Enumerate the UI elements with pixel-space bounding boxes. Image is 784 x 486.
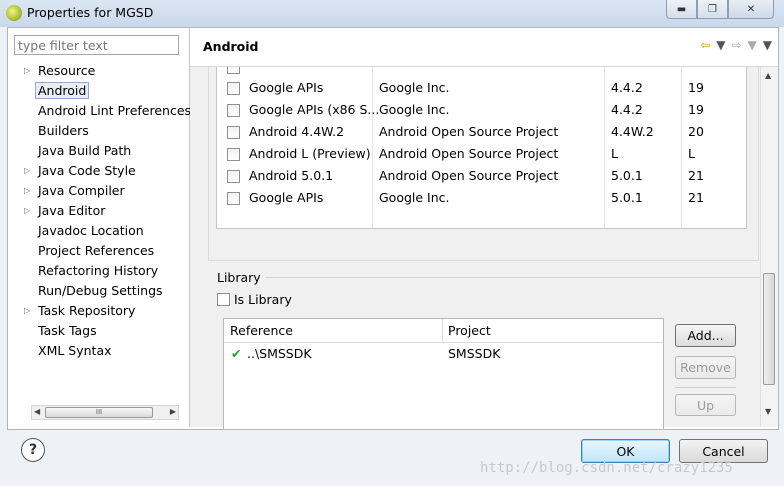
tree-item-javadoc-location[interactable]: Javadoc Location [8, 221, 189, 241]
scroll-up-icon[interactable]: ▲ [765, 71, 771, 80]
column-header-reference[interactable]: Reference [230, 319, 293, 342]
tree-item-android[interactable]: Android [8, 81, 189, 101]
back-arrow-icon[interactable]: ⇦ [700, 38, 710, 52]
title-bar: Properties for MGSD ▬ ❐ ✕ [0, 0, 784, 27]
column-divider [442, 319, 443, 342]
close-icon[interactable]: ✕ [728, 0, 774, 19]
scroll-right-icon[interactable]: ▶ [170, 407, 176, 416]
expand-arrow-icon[interactable]: ▷ [24, 181, 30, 201]
dialog-button-bar: ? OK Cancel http://blog.csdn.net/crazy12… [7, 429, 777, 479]
tree-item-builders[interactable]: Builders [8, 121, 189, 141]
category-pane: ▷ Resource Android Android Lint Preferen… [8, 28, 191, 427]
history-nav: ⇦ ▼ ⇨ ▼ ▼ [700, 38, 772, 52]
scroll-down-icon[interactable]: ▼ [765, 407, 771, 416]
category-tree: ▷ Resource Android Android Lint Preferen… [8, 61, 191, 361]
app-icon [6, 5, 22, 21]
view-menu-icon[interactable]: ▼ [763, 38, 772, 52]
tree-item-task-repository[interactable]: ▷ Task Repository [8, 301, 189, 321]
button-separator [675, 387, 736, 388]
is-library-label: Is Library [234, 292, 292, 307]
remove-library-button[interactable]: Remove [675, 356, 736, 379]
tree-item-project-references[interactable]: Project References [8, 241, 189, 261]
window-title: Properties for MGSD [27, 5, 154, 20]
watermark: http://blog.csdn.net/crazy1235 [480, 460, 733, 476]
forward-dropdown-icon[interactable]: ▼ [748, 38, 757, 52]
tree-item-refactoring-history[interactable]: Refactoring History [8, 261, 189, 281]
tree-item-java-compiler[interactable]: ▷ Java Compiler [8, 181, 189, 201]
page-pane: Android ⇦ ▼ ⇨ ▼ ▼ Google APIs Google Inc… [190, 28, 778, 430]
reference-table-header: Reference Project [224, 319, 663, 343]
page-vertical-scrollbar[interactable]: ▲ ▼ [760, 67, 778, 427]
tree-item-java-code-style[interactable]: ▷ Java Code Style [8, 161, 189, 181]
scrollbar-thumb[interactable] [763, 273, 775, 385]
help-icon[interactable]: ? [21, 438, 45, 462]
is-library-option[interactable]: Is Library [217, 292, 292, 307]
page-title: Android [203, 39, 259, 54]
tree-item-android-lint-preferences[interactable]: Android Lint Preferences [8, 101, 191, 121]
build-target-group [208, 67, 759, 261]
tree-item-run-debug-settings[interactable]: Run/Debug Settings [8, 281, 189, 301]
scrollbar-thumb[interactable]: III [45, 407, 153, 418]
restore-icon[interactable]: ❐ [697, 0, 728, 19]
library-reference-table: Reference Project ✔ ..\SMSSDK SMSSDK [223, 318, 664, 430]
tree-item-resource[interactable]: ▷ Resource [8, 61, 189, 81]
tree-item-xml-syntax[interactable]: XML Syntax [8, 341, 189, 361]
tree-horizontal-scrollbar[interactable]: ◀ III ▶ [31, 405, 179, 420]
column-header-project[interactable]: Project [448, 319, 491, 342]
back-dropdown-icon[interactable]: ▼ [716, 38, 725, 52]
forward-arrow-icon[interactable]: ⇨ [731, 38, 741, 52]
checkmark-icon: ✔ [231, 346, 242, 361]
minimize-icon[interactable]: ▬ [666, 0, 697, 19]
scroll-left-icon[interactable]: ◀ [34, 407, 40, 416]
expand-arrow-icon[interactable]: ▷ [24, 201, 30, 221]
tree-item-task-tags[interactable]: Task Tags [8, 321, 189, 341]
table-row[interactable]: ✔ ..\SMSSDK SMSSDK [224, 344, 663, 364]
properties-dialog: ▷ Resource Android Android Lint Preferen… [7, 27, 779, 430]
window-controls: ▬ ❐ ✕ [666, 0, 774, 19]
tree-item-java-build-path[interactable]: Java Build Path [8, 141, 189, 161]
tree-item-java-editor[interactable]: ▷ Java Editor [8, 201, 189, 221]
expand-arrow-icon[interactable]: ▷ [24, 161, 30, 181]
library-group-title: Library [217, 270, 265, 285]
page-header: Android ⇦ ▼ ⇨ ▼ ▼ [190, 28, 778, 67]
add-library-button[interactable]: Add... [675, 324, 736, 347]
is-library-checkbox[interactable] [217, 293, 230, 306]
expand-arrow-icon[interactable]: ▷ [24, 61, 30, 81]
up-library-button[interactable]: Up [675, 394, 736, 416]
expand-arrow-icon[interactable]: ▷ [24, 301, 30, 321]
filter-input[interactable] [14, 35, 179, 55]
